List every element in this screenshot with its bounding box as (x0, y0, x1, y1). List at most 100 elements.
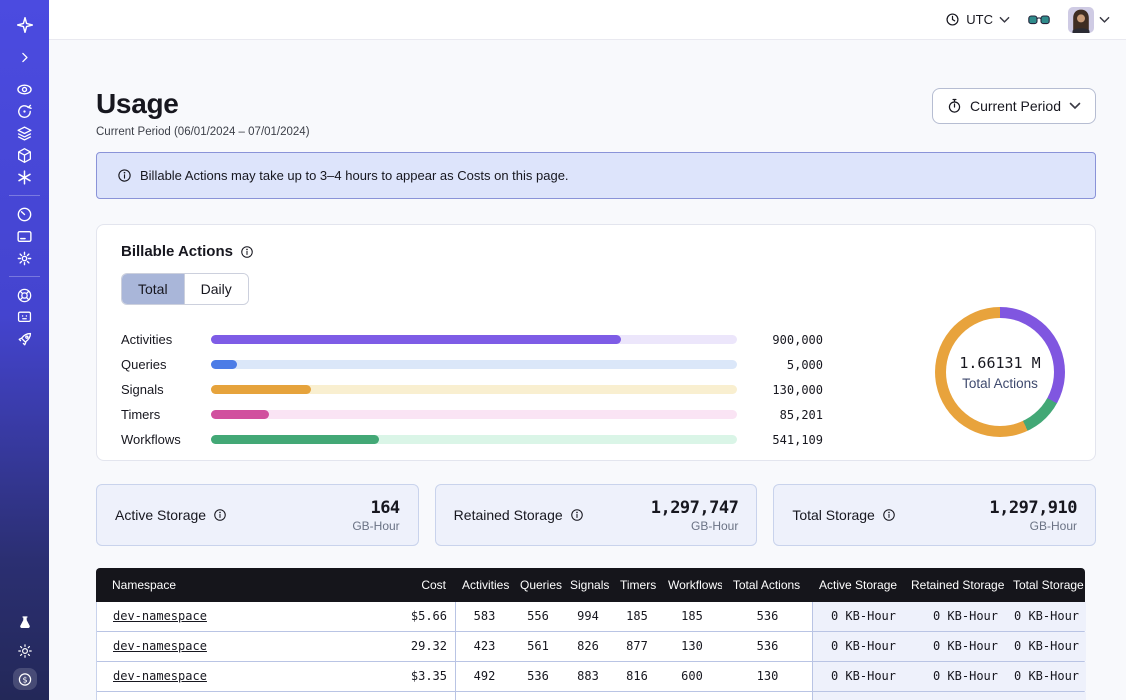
value-cell (97, 692, 367, 700)
banner-text: Billable Actions may take up to 3–4 hour… (140, 168, 569, 183)
chevron-down-icon (999, 16, 1010, 24)
table-row: dev-namespace29.324235618268771305360 KB… (97, 631, 1084, 661)
table-header-row: NamespaceCostActivitiesQueriesSignalsTim… (96, 568, 1085, 602)
value-cell: 883 (563, 662, 613, 691)
column-header: Activities (454, 568, 512, 597)
column-header: Cost (366, 568, 454, 597)
bar-fill (211, 435, 379, 444)
bar-fill (211, 385, 311, 394)
total-storage-label: Total Storage (792, 507, 875, 523)
value-cell: 130 (661, 632, 723, 661)
bar-row-activities: Activities900,000 (121, 327, 823, 352)
value-cell: 536 (723, 602, 812, 631)
total-actions-value: 1.66131 M (959, 354, 1040, 372)
clock-icon (945, 12, 960, 27)
schedules-icon[interactable] (13, 100, 37, 122)
table-row: dev-namespace$3.354925368838166001300 KB… (97, 661, 1084, 691)
column-header: Total Storage (1005, 568, 1085, 597)
namespace-link[interactable]: dev-namespace (113, 669, 207, 683)
bar-track (211, 435, 737, 444)
value-cell: 0 KB-Hour (904, 602, 1006, 631)
value-cell: 0 KB-Hour (812, 602, 904, 631)
bar-label: Workflows (121, 432, 197, 447)
table-row-partial (97, 691, 1084, 700)
info-icon[interactable] (213, 508, 227, 522)
value-cell: 29.32 (367, 632, 455, 661)
total-storage-card: Total Storage 1,297,910 GB-Hour (773, 484, 1096, 546)
docs-monitor-icon[interactable] (13, 306, 37, 328)
namespaces-icon[interactable] (13, 78, 37, 100)
support-lifebuoy-icon[interactable] (13, 284, 37, 306)
value-cell: 816 (613, 662, 661, 691)
billing-card-icon[interactable] (13, 225, 37, 247)
glasses-icon[interactable] (1028, 13, 1050, 27)
lab-flask-icon[interactable] (13, 612, 37, 634)
bar-fill (211, 335, 621, 344)
info-icon[interactable] (240, 245, 254, 259)
usage-gauge-icon[interactable] (13, 203, 37, 225)
value-cell: 130 (723, 662, 812, 691)
bar-track (211, 385, 737, 394)
collapse-chevron-icon[interactable] (13, 46, 37, 68)
total-storage-value: 1,297,910 (989, 498, 1077, 518)
value-cell: 583 (455, 602, 513, 631)
value-cell (367, 692, 455, 700)
value-cell: 994 (563, 602, 613, 631)
value-cell (812, 692, 904, 700)
column-header: Active Storage (811, 568, 903, 597)
avatar (1068, 7, 1094, 33)
total-storage-unit: GB-Hour (989, 519, 1077, 533)
value-cell: 536 (513, 662, 563, 691)
tab-daily[interactable]: Daily (184, 274, 248, 304)
timezone-dropdown[interactable]: UTC (945, 12, 1010, 27)
rocket-icon[interactable] (13, 328, 37, 350)
value-cell: 0 KB-Hour (812, 632, 904, 661)
value-cell: 561 (513, 632, 563, 661)
bar-label: Signals (121, 382, 197, 397)
storage-cards: Active Storage 164 GB-Hour Retained Stor… (96, 484, 1096, 546)
bar-value: 541,109 (753, 433, 823, 447)
theme-sun-icon[interactable] (13, 640, 37, 662)
active-storage-label: Active Storage (115, 507, 206, 523)
bar-fill (211, 360, 237, 369)
sidebar-divider (9, 276, 40, 277)
value-cell: 556 (513, 602, 563, 631)
value-cell (723, 692, 812, 700)
billable-actions-card: Billable Actions Total Daily Activities9… (96, 224, 1096, 461)
value-cell: 0 KB-Hour (1006, 602, 1086, 631)
value-cell (455, 692, 513, 700)
value-cell: 0 KB-Hour (904, 632, 1006, 661)
value-cell (513, 692, 563, 700)
period-select-button[interactable]: Current Period (932, 88, 1096, 124)
cube-icon[interactable] (13, 144, 37, 166)
bar-track (211, 335, 737, 344)
info-icon[interactable] (570, 508, 584, 522)
layers-icon[interactable] (13, 122, 37, 144)
sidebar: $ (0, 0, 49, 700)
bar-track (211, 410, 737, 419)
value-cell: $3.35 (367, 662, 455, 691)
info-icon[interactable] (882, 508, 896, 522)
period-button-label: Current Period (970, 98, 1061, 114)
namespace-cell: dev-namespace (97, 632, 367, 661)
bar-row-timers: Timers85,201 (121, 402, 823, 427)
dollar-coin-icon[interactable]: $ (13, 668, 37, 690)
chevron-down-icon (1099, 16, 1110, 24)
info-icon (117, 168, 132, 183)
user-menu[interactable] (1068, 7, 1110, 33)
namespace-link[interactable]: dev-namespace (113, 639, 207, 653)
tab-total[interactable]: Total (122, 274, 184, 304)
namespace-link[interactable]: dev-namespace (113, 609, 207, 623)
info-banner: Billable Actions may take up to 3–4 hour… (96, 152, 1096, 199)
chevron-down-icon (1069, 102, 1081, 110)
bar-fill (211, 410, 269, 419)
settings-gear-icon[interactable] (13, 247, 37, 269)
nexus-asterisk-icon[interactable] (13, 166, 37, 188)
active-storage-card: Active Storage 164 GB-Hour (96, 484, 419, 546)
temporal-logo-icon[interactable] (13, 14, 37, 36)
timezone-label: UTC (966, 12, 993, 27)
bar-row-queries: Queries5,000 (121, 352, 823, 377)
value-cell: 492 (455, 662, 513, 691)
namespace-cell: dev-namespace (97, 602, 367, 631)
value-cell: 0 KB-Hour (1006, 662, 1086, 691)
